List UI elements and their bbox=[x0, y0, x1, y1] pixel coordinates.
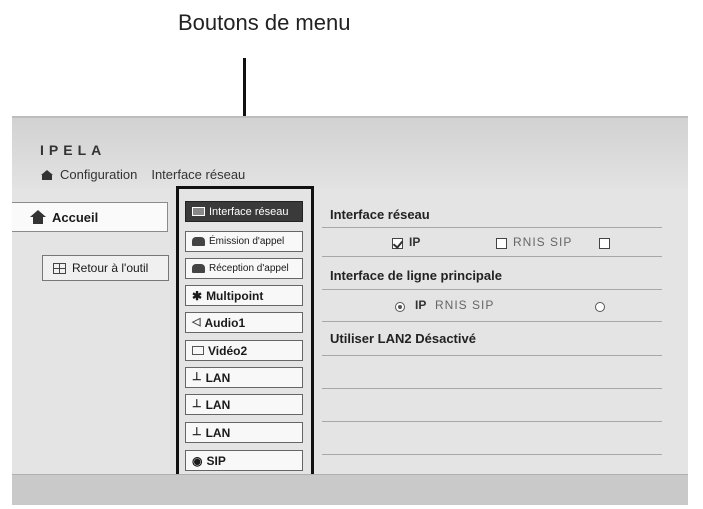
menu-item-lan-2[interactable]: ⊥ LAN bbox=[185, 394, 303, 415]
menu-item-label: Vidéo2 bbox=[208, 343, 248, 358]
divider bbox=[322, 388, 662, 389]
menu-item-label: SIP bbox=[206, 453, 226, 468]
speaker-icon: ◁ bbox=[192, 316, 201, 328]
menu-item-video[interactable]: Vidéo2 bbox=[185, 340, 303, 361]
menu-item-label: Interface réseau bbox=[209, 205, 289, 218]
callout-label: Boutons de menu bbox=[178, 10, 351, 35]
lan-icon: ⊥ bbox=[192, 398, 202, 410]
configuration-icon bbox=[40, 169, 54, 180]
rnis-sip-radio[interactable] bbox=[595, 302, 605, 312]
settings-screen: IPELA Configuration Interface réseau Acc… bbox=[12, 116, 688, 505]
menu-item-incoming-call[interactable]: Réception d'appel bbox=[185, 258, 303, 279]
sip-icon: ◉ bbox=[192, 453, 203, 468]
ipela-logo: IPELA bbox=[40, 142, 107, 158]
rnis-sip-radio-label: RNIS SIP bbox=[435, 298, 495, 312]
divider bbox=[322, 256, 662, 257]
multipoint-icon: ✱ bbox=[192, 288, 203, 303]
breadcrumb-root[interactable]: Configuration bbox=[60, 167, 137, 182]
breadcrumb-current: Interface réseau bbox=[151, 167, 246, 182]
divider bbox=[322, 227, 662, 228]
ip-checkbox-label: IP bbox=[409, 235, 421, 249]
incoming-call-icon bbox=[192, 264, 205, 273]
section-lan2-title: Utiliser LAN2 Désactivé bbox=[330, 331, 476, 346]
network-icon bbox=[192, 207, 205, 216]
menu-item-label: LAN bbox=[205, 397, 231, 412]
outgoing-call-icon bbox=[192, 237, 205, 246]
section-network-interface-title: Interface réseau bbox=[330, 207, 430, 222]
home-button[interactable]: Accueil bbox=[12, 202, 168, 232]
return-to-tool-button[interactable]: Retour à l'outil bbox=[42, 255, 169, 281]
lan-icon: ⊥ bbox=[192, 371, 202, 383]
lan-icon: ⊥ bbox=[192, 426, 202, 438]
menu-item-label: Réception d'appel bbox=[209, 263, 289, 274]
divider bbox=[322, 421, 662, 422]
menu-item-network-interface[interactable]: Interface réseau bbox=[185, 201, 303, 222]
ip-radio[interactable] bbox=[395, 302, 405, 312]
footer-band bbox=[12, 474, 688, 505]
menu-item-lan-1[interactable]: ⊥ LAN bbox=[185, 367, 303, 388]
divider bbox=[322, 355, 662, 356]
grid-icon bbox=[53, 262, 66, 274]
menu-item-label: LAN bbox=[205, 370, 231, 385]
sip-checkbox[interactable] bbox=[599, 238, 610, 249]
section-primary-line-title: Interface de ligne principale bbox=[330, 268, 502, 283]
divider bbox=[322, 289, 662, 290]
home-button-label: Accueil bbox=[52, 209, 99, 225]
breadcrumb: Configuration Interface réseau bbox=[40, 167, 245, 182]
menu-item-label: Multipoint bbox=[206, 288, 264, 303]
ip-radio-label: IP bbox=[415, 298, 427, 312]
menu-item-outgoing-call[interactable]: Émission d'appel bbox=[185, 231, 303, 252]
menu-item-sip[interactable]: ◉ SIP bbox=[185, 450, 303, 471]
divider bbox=[322, 454, 662, 455]
home-icon bbox=[30, 210, 46, 224]
menu-item-audio[interactable]: ◁ Audio1 bbox=[185, 312, 303, 333]
menu-item-label: Émission d'appel bbox=[209, 236, 285, 247]
menu-item-label: LAN bbox=[205, 425, 231, 440]
menu-item-label: Audio1 bbox=[204, 315, 246, 330]
video-icon bbox=[192, 346, 204, 355]
menu-item-lan-3[interactable]: ⊥ LAN bbox=[185, 422, 303, 443]
return-button-label: Retour à l'outil bbox=[72, 261, 149, 275]
rnis-sip-label: RNIS SIP bbox=[513, 235, 573, 249]
header-band: IPELA Configuration Interface réseau bbox=[12, 118, 688, 188]
ip-checkbox[interactable] bbox=[392, 238, 403, 249]
divider bbox=[322, 321, 662, 322]
menu-item-multipoint[interactable]: ✱ Multipoint bbox=[185, 285, 303, 306]
rnis-checkbox[interactable] bbox=[496, 238, 507, 249]
